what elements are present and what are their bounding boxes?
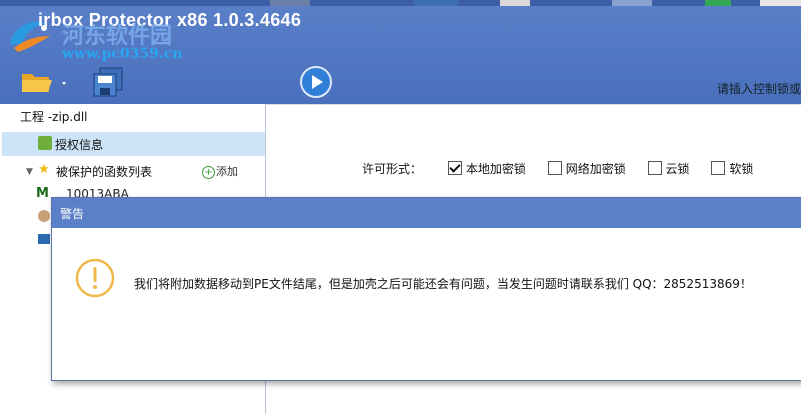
dialog-title-bar[interactable]: 警告 xyxy=(52,198,801,228)
add-function-button[interactable]: + 添加 xyxy=(202,163,238,179)
checkbox-icon[interactable] xyxy=(547,161,562,175)
star-icon: ★ xyxy=(38,162,50,177)
folder-open-icon xyxy=(22,74,66,92)
play-icon xyxy=(300,66,332,98)
checkbox-checked-icon[interactable] xyxy=(447,161,462,175)
license-options: 许可形式： 本地加密锁 网络加密锁 云锁 软锁 xyxy=(362,160,753,177)
license-label: 许可形式： xyxy=(362,162,423,176)
save-all-icon xyxy=(93,67,123,97)
watermark-url: www.pc0359.cn xyxy=(62,46,183,62)
dialog-title: 警告 xyxy=(60,207,85,221)
dongle-hint: 请插入控制锁或 xyxy=(716,82,801,96)
license-network-dongle[interactable]: 网络加密锁 xyxy=(547,161,626,176)
dialog-message: 我们将附加数据移动到PE文件结尾，但是加壳之后可能还会有问题，当发生问题时请联系… xyxy=(134,277,752,291)
tree-project[interactable]: 工程 -zip.dll xyxy=(20,108,88,125)
add-icon: + xyxy=(202,166,215,179)
save-button[interactable] xyxy=(92,66,126,102)
checkbox-icon[interactable] xyxy=(711,161,726,175)
taskbar-strip xyxy=(0,0,801,6)
settings-icon xyxy=(38,210,50,222)
panel-divider xyxy=(266,104,801,105)
checkbox-icon[interactable] xyxy=(647,161,662,175)
tree-item-auth-label[interactable]: 授权信息 xyxy=(55,136,103,153)
function-icon: M xyxy=(36,186,49,201)
license-soft-lock[interactable]: 软锁 xyxy=(711,161,753,176)
expand-arrow-icon[interactable]: ▼ xyxy=(26,167,33,177)
tree-item-protected-funcs[interactable]: 被保护的函数列表 xyxy=(56,163,152,180)
license-icon xyxy=(38,136,52,150)
warning-icon xyxy=(75,258,115,298)
license-cloud-lock[interactable]: 云锁 xyxy=(647,161,690,176)
run-button[interactable] xyxy=(300,66,332,102)
license-local-dongle[interactable]: 本地加密锁 xyxy=(447,161,526,176)
warning-dialog: 警告 我们将附加数据移动到PE文件结尾，但是加壳之后可能还会有问题，当发生问题时… xyxy=(51,197,801,381)
title-bar: irbox Protector x86 1.0.3.4646 河东软件园 www… xyxy=(0,0,801,104)
monitor-icon xyxy=(38,234,50,244)
add-label: 添加 xyxy=(216,165,238,178)
open-button[interactable] xyxy=(20,68,70,98)
